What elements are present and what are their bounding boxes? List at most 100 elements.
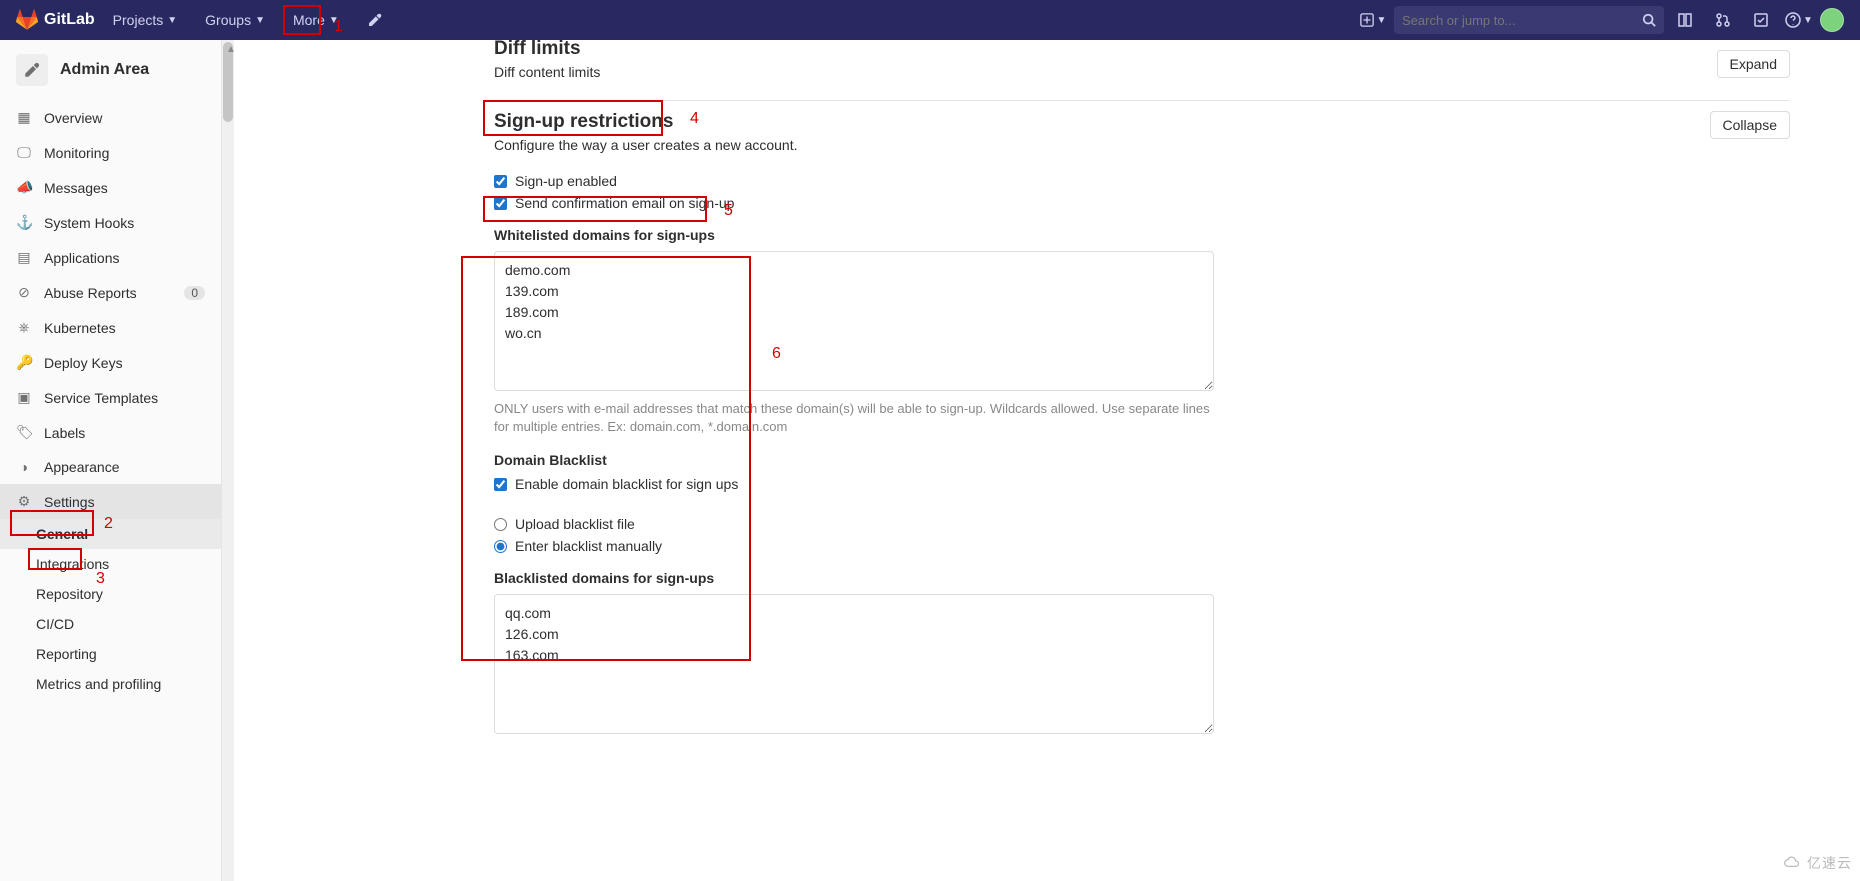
sidebar-item-system-hooks[interactable]: ⚓System Hooks	[0, 205, 221, 240]
admin-sidebar: Admin Area ▦Overview 🖵Monitoring 📣Messag…	[0, 40, 222, 881]
sidebar-item-abuse-reports[interactable]: ⊘Abuse Reports0	[0, 275, 221, 310]
nav-projects[interactable]: Projects▼	[103, 0, 187, 40]
kubernetes-icon: ⎈	[16, 319, 32, 336]
sidebar-sub-general[interactable]: General	[0, 519, 221, 549]
tag-icon: 🏷	[16, 424, 32, 441]
confirm-email-label[interactable]: Send confirmation email on sign-up	[515, 195, 734, 211]
sidebar-header[interactable]: Admin Area	[0, 40, 221, 100]
user-avatar[interactable]	[1820, 8, 1844, 32]
signup-title: Sign-up restrictions	[494, 111, 798, 133]
gear-icon: ⚙	[16, 493, 32, 510]
enable-blacklist-row: Enable domain blacklist for sign ups	[494, 476, 1790, 492]
help-icon	[1785, 12, 1801, 28]
sidebar-sub-metrics[interactable]: Metrics and profiling	[0, 669, 221, 699]
sidebar-sub-repository[interactable]: Repository	[0, 579, 221, 609]
admin-area-icon	[16, 54, 48, 86]
navbar-right: ▼ ▼	[1356, 3, 1844, 37]
section-diff-limits: Diff limits Diff content limits Expand	[494, 40, 1790, 101]
signup-desc: Configure the way a user creates a new a…	[494, 137, 798, 153]
watermark: 亿速云	[1783, 853, 1852, 873]
brand-text: GitLab	[44, 11, 95, 29]
sidebar-item-kubernetes[interactable]: ⎈Kubernetes	[0, 310, 221, 345]
enable-blacklist-label[interactable]: Enable domain blacklist for sign ups	[515, 476, 738, 492]
blacklist-label: Blacklisted domains for sign-ups	[494, 570, 1790, 586]
chevron-down-icon: ▼	[1803, 15, 1813, 26]
search-input[interactable]	[1402, 13, 1642, 28]
admin-wrench-button[interactable]	[357, 4, 393, 36]
sidebar-item-messages[interactable]: 📣Messages	[0, 170, 221, 205]
wrench-icon	[367, 12, 383, 28]
signup-enabled-checkbox[interactable]	[494, 175, 507, 188]
tanuki-icon	[16, 9, 38, 31]
confirm-email-row: Send confirmation email on sign-up	[494, 195, 1790, 211]
appearance-icon: ◑	[16, 459, 32, 475]
manual-blacklist-radio[interactable]	[494, 540, 507, 553]
section-head: Sign-up restrictions Configure the way a…	[494, 111, 1790, 153]
section-signup-restrictions: Sign-up restrictions Configure the way a…	[494, 101, 1790, 757]
signup-enabled-label[interactable]: Sign-up enabled	[515, 173, 617, 189]
upload-blacklist-label[interactable]: Upload blacklist file	[515, 516, 635, 532]
chevron-down-icon: ▼	[167, 15, 177, 26]
whitelist-help: ONLY users with e-mail addresses that ma…	[494, 400, 1214, 436]
confirm-email-checkbox[interactable]	[494, 197, 507, 210]
sidebar-nav: ▦Overview 🖵Monitoring 📣Messages ⚓System …	[0, 100, 221, 699]
whitelist-label: Whitelisted domains for sign-ups	[494, 227, 1790, 243]
chevron-down-icon: ▼	[1377, 15, 1387, 26]
chevron-down-icon: ▼	[255, 15, 265, 26]
nav-more[interactable]: More▼	[283, 0, 349, 40]
signup-collapse-button[interactable]: Collapse	[1710, 111, 1790, 139]
sidebar-sub-reporting[interactable]: Reporting	[0, 639, 221, 669]
merge-requests-icon-button[interactable]	[1706, 3, 1740, 37]
sidebar-item-labels[interactable]: 🏷Labels	[0, 415, 221, 450]
sidebar-item-overview[interactable]: ▦Overview	[0, 100, 221, 135]
upload-blacklist-row: Upload blacklist file	[494, 516, 1790, 532]
sidebar-item-deploy-keys[interactable]: 🔑Deploy Keys	[0, 345, 221, 380]
sidebar-title: Admin Area	[60, 61, 149, 79]
abuse-badge: 0	[184, 286, 205, 300]
blacklist-textarea[interactable]	[494, 594, 1214, 734]
sidebar-item-applications[interactable]: ▤Applications	[0, 240, 221, 275]
blacklist-heading: Domain Blacklist	[494, 452, 1790, 468]
merge-request-icon	[1715, 12, 1731, 28]
enable-blacklist-checkbox[interactable]	[494, 478, 507, 491]
signup-enabled-row: Sign-up enabled	[494, 173, 1790, 189]
key-icon: 🔑	[16, 354, 32, 371]
plus-square-icon	[1360, 13, 1374, 27]
sidebar-item-appearance[interactable]: ◑Appearance	[0, 450, 221, 484]
diff-limits-title: Diff limits	[494, 40, 600, 60]
diff-limits-desc: Diff content limits	[494, 64, 600, 80]
exclaim-icon: ⊘	[16, 284, 32, 301]
section-head: Diff limits Diff content limits Expand	[494, 50, 1790, 80]
plus-button[interactable]: ▼	[1356, 3, 1390, 37]
gitlab-logo[interactable]: GitLab	[16, 9, 95, 31]
chevron-down-icon: ▼	[329, 15, 339, 26]
megaphone-icon: 📣	[16, 179, 32, 196]
sidebar-item-monitoring[interactable]: 🖵Monitoring	[0, 135, 221, 170]
monitor-icon: 🖵	[16, 144, 32, 161]
grid-icon: ▦	[16, 109, 32, 126]
todos-icon-button[interactable]	[1744, 3, 1778, 37]
nav-groups[interactable]: Groups▼	[195, 0, 275, 40]
template-icon: ▣	[16, 389, 32, 406]
wrench-icon	[23, 61, 41, 79]
sidebar-scrollbar[interactable]	[222, 40, 234, 881]
upload-blacklist-radio[interactable]	[494, 518, 507, 531]
help-icon-button[interactable]: ▼	[1782, 3, 1816, 37]
diff-expand-button[interactable]: Expand	[1717, 50, 1790, 78]
sidebar-item-settings[interactable]: ⚙Settings	[0, 484, 221, 519]
search-icon	[1642, 13, 1656, 27]
sidebar-sub-cicd[interactable]: CI/CD	[0, 609, 221, 639]
main-content: Diff limits Diff content limits Expand S…	[234, 40, 1860, 881]
manual-blacklist-row: Enter blacklist manually	[494, 538, 1790, 554]
signup-body: Sign-up enabled Send confirmation email …	[494, 173, 1790, 737]
issues-icon	[1677, 12, 1693, 28]
navbar-left: GitLab Projects▼ Groups▼ More▼	[16, 0, 393, 40]
todo-icon	[1753, 12, 1769, 28]
sidebar-item-service-templates[interactable]: ▣Service Templates	[0, 380, 221, 415]
issues-icon-button[interactable]	[1668, 3, 1702, 37]
search-box[interactable]	[1394, 6, 1664, 34]
whitelist-textarea[interactable]	[494, 251, 1214, 391]
anchor-icon: ⚓	[16, 214, 32, 231]
sidebar-sub-integrations[interactable]: Integrations	[0, 549, 221, 579]
manual-blacklist-label[interactable]: Enter blacklist manually	[515, 538, 662, 554]
